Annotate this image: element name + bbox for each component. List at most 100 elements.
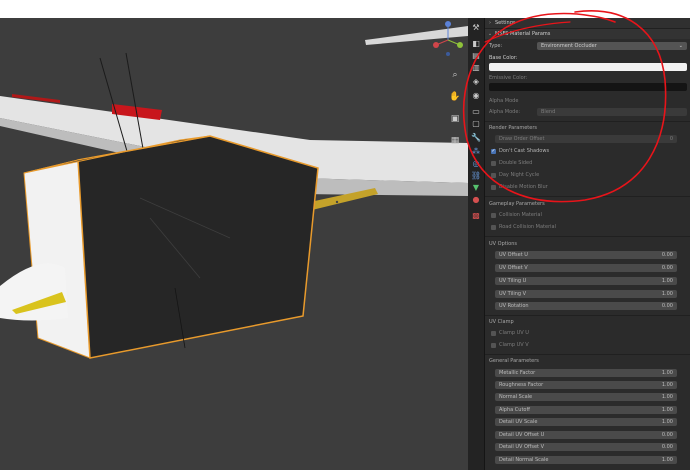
uv-offset-u-field[interactable]: UV Offset U 0.00 bbox=[495, 251, 677, 259]
z-axis-icon[interactable] bbox=[445, 21, 451, 27]
particles-icon[interactable]: ⁂ bbox=[470, 146, 482, 158]
collection-icon[interactable]: ▭ bbox=[470, 106, 482, 118]
base-color-swatch[interactable] bbox=[489, 63, 687, 71]
uv-rotation-field[interactable]: UV Rotation 0.00 bbox=[495, 302, 677, 310]
detail-normal-scale-field[interactable]: Detail Normal Scale 1.00 bbox=[495, 456, 677, 464]
uv-tiling-u-field[interactable]: UV Tiling U 1.00 bbox=[495, 277, 677, 285]
field-value: 1.00 bbox=[661, 278, 673, 284]
scene-icon[interactable]: ◈ bbox=[470, 76, 482, 88]
world-icon[interactable]: ◉ bbox=[470, 90, 482, 102]
zoom-icon[interactable]: ⌕ bbox=[448, 70, 462, 83]
settings-header-label: Settings bbox=[495, 20, 516, 26]
view-layer-icon[interactable]: ▥ bbox=[470, 62, 482, 74]
field-label: Alpha Cutoff bbox=[499, 407, 530, 413]
spinner-cone bbox=[0, 263, 68, 321]
properties-editor: › Settings ⌄ MSFS Material Params Type: … bbox=[485, 18, 690, 470]
output-icon[interactable]: ▤ bbox=[470, 50, 482, 62]
field-label: Detail UV Offset U bbox=[499, 432, 545, 438]
checkbox-double-sided[interactable]: Double Sided bbox=[491, 159, 532, 167]
alpha-cutoff-field[interactable]: Alpha Cutoff 1.00 bbox=[495, 406, 677, 414]
uv-tiling-v-field[interactable]: UV Tiling V 1.00 bbox=[495, 290, 677, 298]
uv-clamp-header: UV Clamp bbox=[489, 318, 514, 325]
field-value: 0.00 bbox=[661, 444, 673, 450]
field-label: Roughness Factor bbox=[499, 382, 544, 388]
checkbox-dont-cast-shadows[interactable]: ✓ Don't Cast Shadows bbox=[491, 147, 549, 155]
emissive-color-label: Emissive Color: bbox=[489, 75, 528, 81]
chevron-right-icon: › bbox=[489, 20, 491, 26]
base-color-label: Base Color: bbox=[489, 55, 518, 61]
type-value: Environment Occluder bbox=[541, 43, 597, 49]
pan-hand-icon[interactable]: ✋ bbox=[448, 92, 462, 105]
field-label: Metallic Factor bbox=[499, 370, 536, 376]
checkbox-box bbox=[491, 212, 496, 218]
detail-uv-offset-v-field[interactable]: Detail UV Offset V 0.00 bbox=[495, 443, 677, 451]
field-value: 0.00 bbox=[661, 432, 673, 438]
camera-icon[interactable]: ▣ bbox=[448, 114, 462, 127]
alpha-mode-dropdown[interactable]: Blend bbox=[537, 108, 687, 116]
msfs-panel-title: MSFS Material Params bbox=[495, 31, 551, 37]
type-label: Type: bbox=[489, 43, 503, 49]
field-value: 0.00 bbox=[661, 303, 673, 309]
tool-icon[interactable]: ⚒ bbox=[470, 22, 482, 34]
constraints-icon[interactable]: ⛓ bbox=[470, 170, 482, 182]
navigation-gizmo[interactable] bbox=[422, 18, 466, 58]
detail-uv-scale-field[interactable]: Detail UV Scale 1.00 bbox=[495, 418, 677, 426]
checkbox-clamp-uv-u[interactable]: Clamp UV U bbox=[491, 329, 529, 337]
checkbox-label: Don't Cast Shadows bbox=[499, 148, 550, 154]
checkbox-label: Clamp UV V bbox=[499, 342, 529, 348]
data-icon[interactable]: ▼ bbox=[470, 182, 482, 194]
field-label: UV Tiling U bbox=[499, 278, 527, 284]
field-label: UV Offset U bbox=[499, 252, 528, 258]
field-label: Normal Scale bbox=[499, 394, 533, 400]
checkbox-road-collision-material[interactable]: Road Collision Material bbox=[491, 223, 556, 231]
uv-offset-v-field[interactable]: UV Offset V 0.00 bbox=[495, 264, 677, 272]
render-params-header: Render Parameters bbox=[489, 124, 538, 131]
viewport-nav-buttons: ⌕ ✋ ▣ ▦ bbox=[448, 70, 462, 158]
detail-uv-offset-u-field[interactable]: Detail UV Offset U 0.00 bbox=[495, 431, 677, 439]
checkbox-box bbox=[491, 330, 496, 336]
checkbox-box bbox=[491, 224, 496, 230]
checkmark-icon: ✓ bbox=[491, 148, 496, 154]
field-value: 1.00 bbox=[661, 419, 673, 425]
msfs-panel-header[interactable]: ⌄ MSFS Material Params bbox=[485, 29, 690, 39]
modifier-icon[interactable]: 🔧 bbox=[470, 132, 482, 144]
chevron-down-icon: ⌄ bbox=[678, 43, 683, 49]
alpha-mode-label: Alpha Mode: bbox=[489, 109, 521, 115]
normal-scale-field[interactable]: Normal Scale 1.00 bbox=[495, 393, 677, 401]
texture-icon[interactable]: ▩ bbox=[470, 210, 482, 222]
checkbox-day-night-cycle[interactable]: Day Night Cycle bbox=[491, 171, 539, 179]
uv-options-header: UV Options bbox=[489, 240, 517, 247]
material-icon[interactable]: ● bbox=[470, 194, 482, 206]
metallic-factor-field[interactable]: Metallic Factor 1.00 bbox=[495, 369, 677, 377]
gameplay-params-header: Gameplay Parameters bbox=[489, 200, 545, 207]
x-axis-icon[interactable] bbox=[433, 42, 439, 48]
field-label: UV Rotation bbox=[499, 303, 529, 309]
alpha-mode-header: Alpha Mode bbox=[489, 97, 519, 104]
occluder-box-front bbox=[77, 135, 319, 359]
grid-view-icon[interactable]: ▦ bbox=[448, 136, 462, 149]
y-axis-icon[interactable] bbox=[457, 42, 463, 48]
render-icon[interactable]: ◧ bbox=[470, 38, 482, 50]
type-dropdown[interactable]: Environment Occluder ⌄ bbox=[537, 42, 687, 50]
point-marker bbox=[335, 200, 339, 204]
chevron-down-icon: ⌄ bbox=[487, 31, 493, 37]
roughness-factor-field[interactable]: Roughness Factor 1.00 bbox=[495, 381, 677, 389]
3d-viewport[interactable]: ⌕ ✋ ▣ ▦ bbox=[0, 18, 468, 470]
checkbox-disable-motion-blur[interactable]: Disable Motion Blur bbox=[491, 183, 548, 191]
field-value: 1.00 bbox=[661, 457, 673, 463]
checkbox-box bbox=[491, 172, 496, 178]
object-icon[interactable]: ▢ bbox=[470, 118, 482, 130]
draw-order-offset-field[interactable]: Draw Order Offset 0 bbox=[495, 135, 677, 143]
checkbox-clamp-uv-v[interactable]: Clamp UV V bbox=[491, 341, 529, 349]
field-label: Detail Normal Scale bbox=[499, 457, 549, 463]
checkbox-label: Road Collision Material bbox=[499, 224, 556, 230]
checkbox-collision-material[interactable]: Collision Material bbox=[491, 211, 542, 219]
checkbox-box bbox=[491, 160, 496, 166]
field-value: 1.00 bbox=[661, 382, 673, 388]
settings-panel-header[interactable]: › Settings bbox=[485, 18, 690, 28]
viewport-scene bbox=[0, 26, 468, 359]
physics-icon[interactable]: ◎ bbox=[470, 158, 482, 170]
field-value: 0.00 bbox=[661, 252, 673, 258]
emissive-color-swatch[interactable] bbox=[489, 83, 687, 91]
field-label: Detail UV Scale bbox=[499, 419, 538, 425]
